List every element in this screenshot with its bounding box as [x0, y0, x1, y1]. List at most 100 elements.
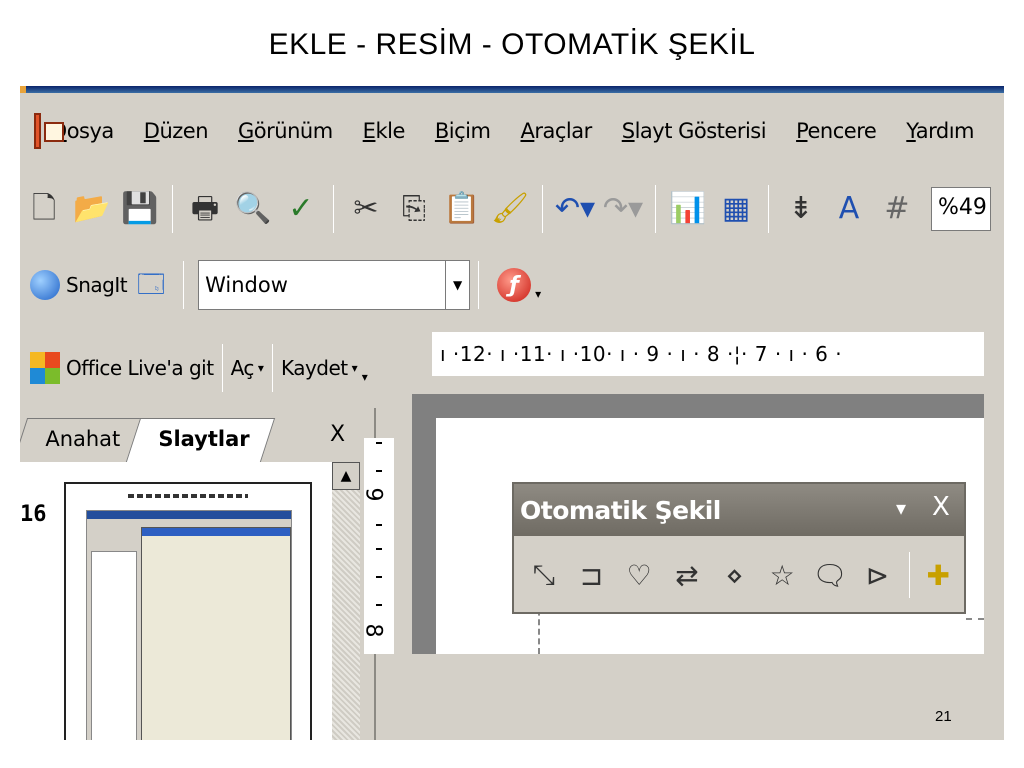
pane-tabs: Anahat Slaytlar [20, 408, 375, 462]
standard-toolbar: 🗋 📂 💾 🖶 🔍 ✓ ✂ ⎘ 📋 🖌 ↶▾ ↷▾ 📊 ▦ ⇟ A # %49 [20, 173, 1004, 245]
office-live-icon[interactable] [30, 352, 60, 384]
cut-icon[interactable]: ✂ [345, 187, 387, 231]
toolbar-separator [172, 185, 173, 233]
menu-slayt-gosterisi[interactable]: Slayt Gösterisi [622, 119, 767, 143]
powerpoint-app-icon[interactable] [34, 113, 65, 149]
insert-table-icon[interactable]: ▦ [715, 187, 757, 231]
save-dropdown-icon[interactable]: ▾ [352, 361, 358, 375]
thumbnail-title [128, 494, 248, 498]
thumbnail-scrollbar[interactable]: ▲ [332, 462, 360, 740]
toolbar-options-icon[interactable]: ▾ [535, 287, 541, 301]
ruler-tick [376, 604, 382, 606]
chevron-down-icon[interactable]: ▼ [446, 260, 471, 310]
toolbar-separator [271, 344, 273, 392]
thumbnail-dialog [141, 527, 291, 740]
close-toolbar-icon[interactable]: X [932, 492, 950, 522]
menu-pencere[interactable]: Pencere [796, 119, 877, 143]
tab-slaytlar[interactable]: Slaytlar [125, 418, 276, 462]
slides-pane: Anahat Slaytlar X 16 ▲ [20, 408, 375, 740]
ruler-tick [376, 548, 382, 550]
format-painter-icon[interactable]: 🖌 [489, 187, 531, 231]
slide-thumbnail-number: 16 [20, 502, 47, 527]
text-color-icon[interactable]: A [828, 187, 870, 231]
menu-bar: Dosya Düzen Görünüm Ekle Biçim Araçlar S… [20, 93, 1004, 169]
thumbnail-list: 16 [20, 462, 332, 740]
insert-chart-icon[interactable]: 📊 [667, 187, 709, 231]
horizontal-guide [966, 618, 984, 620]
ruler-tick [376, 524, 382, 526]
new-document-icon[interactable]: 🗋 [23, 187, 65, 231]
save-live-button[interactable]: Kaydet [281, 356, 348, 380]
snagit-capture-icon[interactable]: 🗔 [130, 263, 172, 307]
print-preview-icon[interactable]: 🔍 [232, 187, 274, 231]
expand-icon[interactable]: ⇟ [780, 187, 822, 231]
save-icon[interactable]: 💾 [119, 187, 161, 231]
slide-number: 21 [935, 708, 952, 725]
toolbar-separator [655, 185, 656, 233]
snagit-icon[interactable] [30, 270, 60, 300]
lines-icon[interactable]: ⤡ [522, 551, 566, 599]
stars-banners-icon[interactable]: ☆ [760, 551, 804, 599]
print-icon[interactable]: 🖶 [184, 187, 226, 231]
block-arrows-icon[interactable]: ⇄ [665, 551, 709, 599]
open-folder-icon[interactable]: 📂 [71, 187, 113, 231]
connectors-icon[interactable]: ⊐ [570, 551, 614, 599]
open-dropdown-icon[interactable]: ▾ [258, 361, 264, 375]
capture-mode-combo[interactable]: Window ▼ [198, 260, 471, 310]
vertical-ruler: 9 8 [364, 438, 394, 654]
toolbar-options-icon[interactable]: ▾ [362, 370, 368, 384]
menu-gorunum[interactable]: Görünüm [238, 119, 333, 143]
toolbar-separator [768, 185, 769, 233]
menu-ekle[interactable]: Ekle [363, 119, 406, 143]
autoshape-toolbar-label: Otomatik Şekil [520, 495, 721, 525]
ruler-tick [376, 442, 382, 444]
flash-icon[interactable]: ƒ [497, 268, 532, 302]
close-pane-icon[interactable]: X [330, 422, 345, 447]
ruler-number-8: 8 [364, 624, 386, 638]
toolbar-separator [183, 261, 185, 309]
undo-icon[interactable]: ↶▾ [554, 187, 596, 231]
toolbar-separator [542, 185, 543, 233]
redo-icon[interactable]: ↷▾ [602, 187, 644, 231]
ruler-number-9: 9 [364, 488, 386, 502]
toolbar-separator [333, 185, 334, 233]
open-button[interactable]: Aç [231, 356, 255, 380]
toolbar-separator [909, 552, 911, 598]
spelling-icon[interactable]: ✓ [280, 187, 322, 231]
menu-duzen[interactable]: Düzen [144, 119, 209, 143]
snagit-toolbar-body: SnagIt 🗔 Window ▼ ƒ ▾ [20, 249, 561, 321]
slide-thumbnail[interactable] [64, 482, 312, 740]
ruler-tick [376, 470, 382, 472]
horizontal-ruler: ı ·12· ı ·11· ı ·10· ı · 9 · ı · 8 ·¦· 7… [432, 332, 984, 376]
thumbnail-panel [91, 551, 137, 740]
slide-title: EKLE - RESİM - OTOMATİK ŞEKİL [268, 28, 756, 61]
scroll-up-icon[interactable]: ▲ [332, 462, 360, 490]
tab-anahat-label: Anahat [45, 427, 121, 451]
office-live-button[interactable]: Office Live'a git [66, 356, 214, 380]
thumbnail-image [86, 510, 292, 740]
menu-araclar[interactable]: Araçlar [520, 119, 592, 143]
toolbar-options-icon[interactable]: ▾ [896, 496, 906, 520]
autoshape-toolbar-title[interactable]: Otomatik Şekil ▾ X [514, 484, 964, 536]
menu-bicim[interactable]: Biçim [435, 119, 491, 143]
autoshape-toolbar[interactable]: Otomatik Şekil ▾ X ⤡ ⊐ ♡ ⇄ ⋄ ☆ 🗨 ⊳ ✚ [512, 482, 966, 614]
more-autoshapes-icon[interactable]: ✚ [916, 551, 960, 599]
autoshape-buttons: ⤡ ⊐ ♡ ⇄ ⋄ ☆ 🗨 ⊳ ✚ [514, 536, 964, 614]
window-titlebar [20, 86, 1004, 93]
basic-shapes-icon[interactable]: ♡ [617, 551, 661, 599]
thumbnail-titlebar [87, 511, 291, 519]
zoom-input[interactable]: %49 [931, 187, 991, 231]
snagit-button[interactable]: SnagIt [66, 273, 128, 297]
tab-slaytlar-label: Slaytlar [158, 427, 250, 451]
grid-icon[interactable]: # [876, 187, 918, 231]
callouts-icon[interactable]: 🗨 [808, 551, 852, 599]
capture-mode-value[interactable]: Window [198, 260, 447, 310]
snagit-toolbar: SnagIt 🗔 Window ▼ ƒ ▾ [20, 246, 1004, 324]
paste-icon[interactable]: 📋 [441, 187, 483, 231]
toolbar-separator [478, 261, 480, 309]
toolbar-separator [221, 344, 223, 392]
action-buttons-icon[interactable]: ⊳ [856, 551, 900, 599]
copy-icon[interactable]: ⎘ [393, 187, 435, 231]
menu-yardim[interactable]: Yardım [906, 119, 974, 143]
flowchart-icon[interactable]: ⋄ [713, 551, 757, 599]
